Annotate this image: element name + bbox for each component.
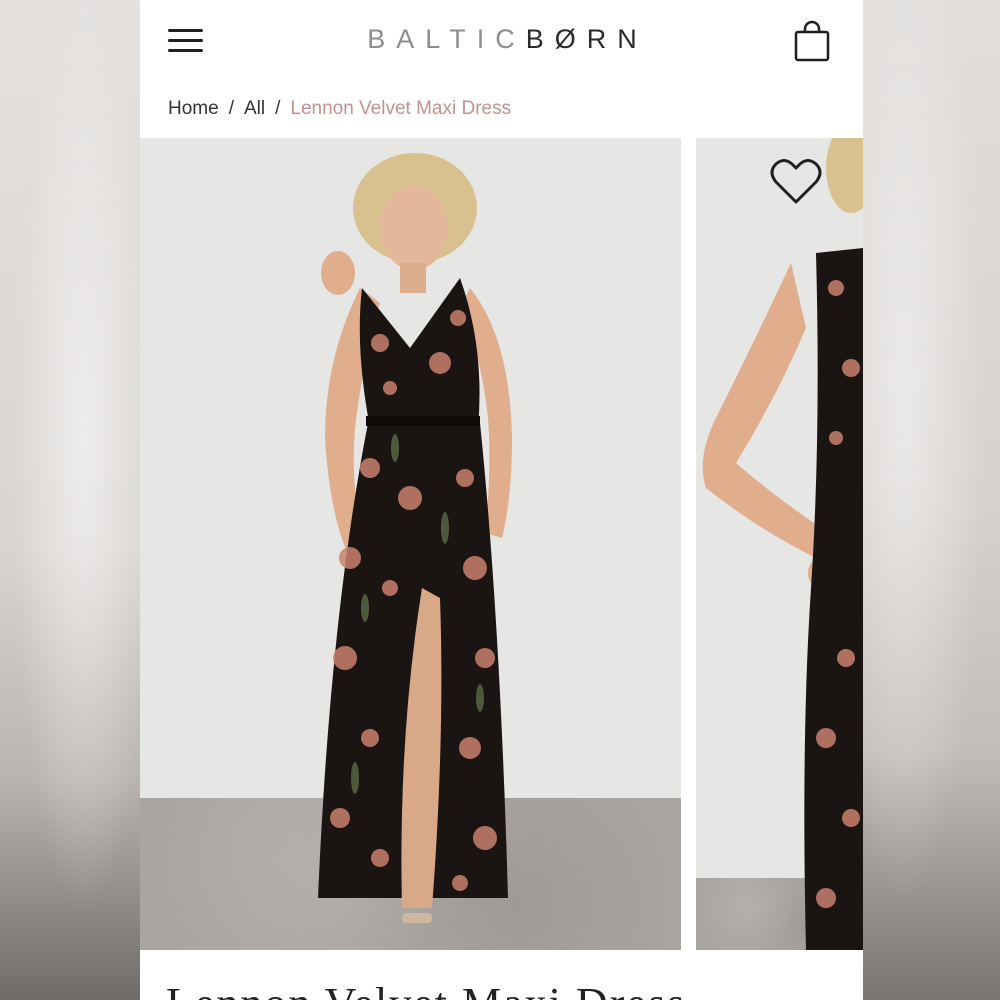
mobile-page: BALTICBØRN Home / All / Lennon Velvet Maxi D… <box>140 0 863 1000</box>
cart-button[interactable] <box>792 20 832 64</box>
site-header: BALTICBØRN <box>140 0 863 82</box>
product-image-next[interactable] <box>696 138 863 950</box>
breadcrumb-separator: / <box>228 98 234 119</box>
heart-outline-icon <box>770 159 822 204</box>
shopping-bag-icon <box>794 20 830 62</box>
product-image-gallery[interactable] <box>140 138 863 950</box>
blurred-backdrop-left <box>0 0 140 1000</box>
product-image-main[interactable] <box>140 138 681 950</box>
breadcrumb-current: Lennon Velvet Maxi Dress <box>290 98 512 119</box>
brand-logo-part2: BØRN <box>525 24 648 54</box>
blurred-backdrop-right <box>863 0 1000 1000</box>
breadcrumb-all[interactable]: All <box>244 98 265 119</box>
breadcrumb: Home / All / Lennon Velvet Maxi Dress <box>168 98 511 120</box>
favorite-button[interactable] <box>770 158 822 206</box>
brand-logo-part1: BALTIC <box>367 24 526 54</box>
product-title: Lennon Velvet Maxi Dress <box>166 978 686 1000</box>
model-side-view-image <box>702 138 863 950</box>
breadcrumb-home[interactable]: Home <box>168 98 219 119</box>
model-wearing-dress-image <box>318 153 512 923</box>
brand-logo[interactable]: BALTICBØRN <box>140 24 863 55</box>
breadcrumb-separator: / <box>275 98 281 119</box>
